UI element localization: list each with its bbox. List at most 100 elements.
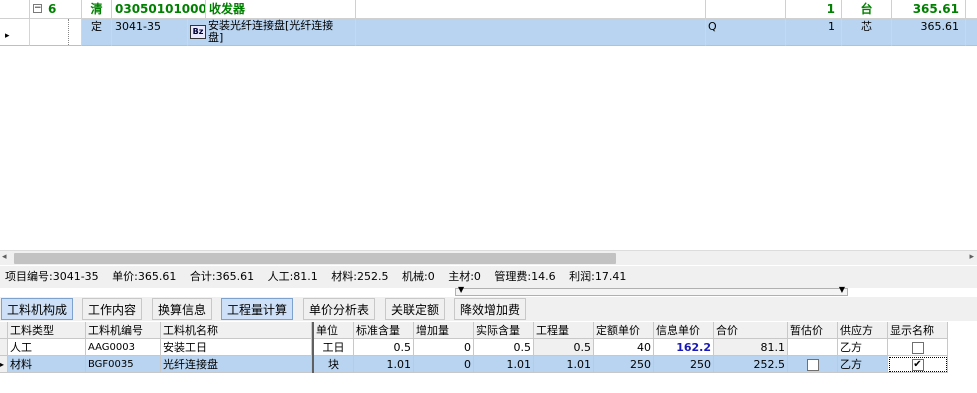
cell-added[interactable]: 0 (414, 356, 474, 373)
tab-related-quota[interactable]: 关联定额 (385, 298, 446, 320)
profit-text: 利润:17.41 (569, 270, 627, 283)
cell-name[interactable]: 光纤连接盘 (161, 356, 312, 373)
unit-cell[interactable]: 芯 (842, 19, 892, 46)
cell-unit[interactable]: 工日 (314, 339, 354, 356)
tab-material-composition[interactable]: 工料机构成 (1, 298, 74, 320)
cell-provisional[interactable] (788, 356, 838, 373)
cell-show-name[interactable]: ✔ (888, 356, 948, 373)
detail-tabs: 工料机构成 工作内容 换算信息 工程量计算 单价分析表 关联定额 降效增加费 (0, 297, 977, 321)
show-name-checkbox[interactable]: ✔ (911, 359, 924, 371)
summary-bar: 项目编号:3041-35 单价:365.61 合计:365.61 人工:81.1… (0, 266, 977, 288)
cell-std-qty[interactable]: 1.01 (354, 356, 414, 373)
name-cell[interactable]: Bz 安装光纤连接盘[光纤连接 盘] (188, 19, 356, 46)
item-row-qing[interactable]: − 6 清 030501010001 收发器 1 台 365.61 (0, 0, 977, 19)
flag-cell[interactable] (706, 0, 786, 19)
filler-cell (966, 19, 977, 46)
unit-cell[interactable]: 台 (842, 0, 892, 19)
qty-cell[interactable]: 1 (786, 0, 842, 19)
tab-quantity-calc[interactable]: 工程量计算 (221, 298, 294, 320)
type-cell[interactable]: 清 (82, 0, 112, 19)
cell-info-price[interactable]: 250 (654, 356, 714, 373)
cell-info-price[interactable]: 162.2 (654, 339, 714, 356)
seq-number: 6 (48, 2, 57, 16)
header-unit[interactable]: 单位 (314, 322, 354, 339)
material-text: 材料:252.5 (331, 270, 389, 283)
cell-name[interactable]: 安装工日 (161, 339, 312, 356)
cell-total[interactable]: 252.5 (714, 356, 788, 373)
cell-supplier[interactable]: 乙方 (838, 356, 888, 373)
collapse-down-icon[interactable]: ▼ (839, 285, 845, 294)
header-show-name[interactable]: 显示名称 (888, 322, 948, 339)
bz-icon[interactable]: Bz (190, 25, 206, 39)
horizontal-scrollbar[interactable]: ◂ ▸ (0, 250, 977, 265)
tab-conversion-info[interactable]: 换算信息 (152, 298, 213, 320)
provisional-checkbox[interactable] (806, 359, 819, 371)
cell-total[interactable]: 81.1 (714, 339, 788, 356)
tree-line (68, 19, 69, 45)
header-quota-price[interactable]: 定额单价 (594, 322, 654, 339)
show-name-checkbox[interactable] (911, 342, 924, 354)
frozen-column-divider (312, 322, 314, 373)
header-actual[interactable]: 实际含量 (474, 322, 534, 339)
row-header[interactable]: ▸ (0, 356, 8, 373)
code-cell[interactable]: 3041-35 (112, 19, 188, 46)
tab-price-analysis[interactable]: 单价分析表 (303, 298, 376, 320)
current-row-icon: ▸ (5, 31, 10, 41)
name-cell[interactable]: 收发器 (206, 0, 356, 19)
code-cell[interactable]: 030501010001 (112, 0, 206, 19)
cell-std-qty[interactable]: 0.5 (354, 339, 414, 356)
cell-quota-price[interactable]: 40 (594, 339, 654, 356)
cell-added[interactable]: 0 (414, 339, 474, 356)
corner-cell (0, 322, 8, 339)
scrollbar-thumb[interactable] (14, 253, 616, 264)
cell-actual[interactable]: 0.5 (474, 339, 534, 356)
header-work-qty[interactable]: 工程量 (534, 322, 594, 339)
price-cell[interactable]: 365.61 (892, 0, 966, 19)
cell-type[interactable]: 人工 (8, 339, 86, 356)
header-total[interactable]: 合价 (714, 322, 788, 339)
item-row-ding[interactable]: ▸ 定 3041-35 Bz 安装光纤连接盘[光纤连接 盘] Q 1 芯 365… (0, 19, 977, 46)
collapse-down-icon[interactable]: ▼ (458, 285, 464, 294)
material-grid: 工料类型 工料机编号 工料机名称 单位 标准含量 增加量 实际含量 工程量 定额… (0, 322, 977, 393)
row-header[interactable]: ▸ (0, 19, 30, 46)
tab-work-content[interactable]: 工作内容 (82, 298, 143, 320)
scroll-left-icon[interactable]: ◂ (2, 252, 7, 262)
row-header[interactable] (0, 339, 8, 356)
cell-supplier[interactable]: 乙方 (838, 339, 888, 356)
flag-cell[interactable]: Q (706, 19, 786, 46)
labor-text: 人工:81.1 (267, 270, 318, 283)
machine-text: 机械:0 (401, 270, 435, 283)
cell-unit[interactable]: 块 (314, 356, 354, 373)
type-cell[interactable]: 定 (82, 19, 112, 46)
header-provisional[interactable]: 暂估价 (788, 322, 838, 339)
header-info-price[interactable]: 信息单价 (654, 322, 714, 339)
header-added[interactable]: 增加量 (414, 322, 474, 339)
qty-cell[interactable]: 1 (786, 19, 842, 46)
cell-work-qty[interactable]: 0.5 (534, 339, 594, 356)
cell-provisional[interactable] (788, 339, 838, 356)
spec-cell[interactable] (356, 0, 706, 19)
seq-cell[interactable]: − 6 (30, 0, 82, 19)
header-name[interactable]: 工料机名称 (161, 322, 312, 339)
cell-work-qty[interactable]: 1.01 (534, 356, 594, 373)
cell-actual[interactable]: 1.01 (474, 356, 534, 373)
cell-code[interactable]: AAG0003 (86, 339, 161, 356)
tab-efficiency-fee[interactable]: 降效增加费 (454, 298, 527, 320)
header-std-qty[interactable]: 标准含量 (354, 322, 414, 339)
cell-type[interactable]: 材料 (8, 356, 86, 373)
collapse-icon[interactable]: − (33, 4, 42, 13)
header-type[interactable]: 工料类型 (8, 322, 86, 339)
price-cell[interactable]: 365.61 (892, 19, 966, 46)
management-fee-text: 管理费:14.6 (494, 270, 556, 283)
scroll-right-icon[interactable]: ▸ (969, 252, 974, 262)
main-material-text: 主材:0 (448, 270, 481, 283)
cell-quota-price[interactable]: 250 (594, 356, 654, 373)
cell-code[interactable]: BGF0035 (86, 356, 161, 373)
row-header[interactable] (0, 0, 30, 19)
header-supplier[interactable]: 供应方 (838, 322, 888, 339)
cell-show-name[interactable] (888, 339, 948, 356)
panel-splitter[interactable]: ▼ ▼ (455, 285, 848, 296)
seq-cell[interactable] (30, 19, 82, 46)
header-code[interactable]: 工料机编号 (86, 322, 161, 339)
spec-cell[interactable] (356, 19, 706, 46)
